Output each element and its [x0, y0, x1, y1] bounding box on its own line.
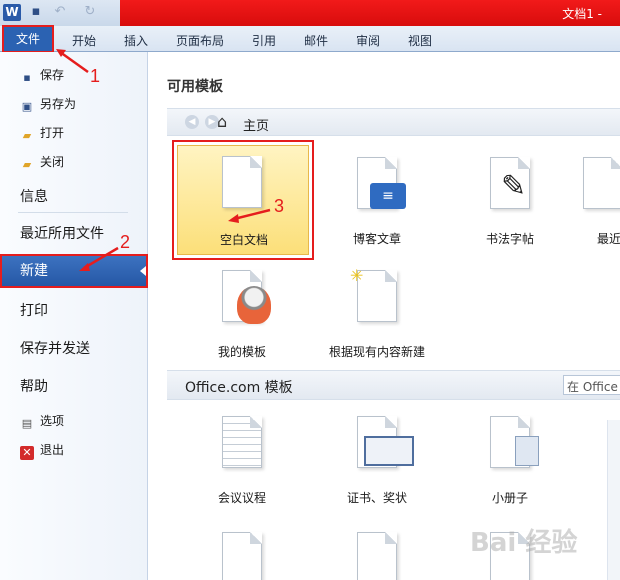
redo-icon[interactable]: ↻ — [82, 4, 98, 20]
document-icon — [583, 157, 620, 209]
available-templates-heading: 可用模板 — [167, 79, 223, 95]
template-label: 根据现有内容新建 — [328, 345, 425, 359]
template-label: 我的模板 — [217, 345, 266, 359]
title-bar: W ▪ ↶ ↻ 文档1 - — [0, 0, 620, 26]
template-blog-post[interactable]: ≡ 博客文章 — [312, 147, 442, 253]
template-calligraphy[interactable]: ✎ 书法字帖 — [445, 147, 575, 253]
blank-document-icon — [222, 156, 262, 208]
menu-close-label: 关闭 — [40, 155, 65, 169]
document-icon — [357, 532, 397, 580]
menu-save[interactable]: ▪ 保存 — [20, 66, 64, 85]
menu-new-label: 新建 — [20, 263, 48, 279]
tab-review[interactable]: 审阅 — [356, 32, 380, 49]
template-label: 书法字帖 — [485, 232, 534, 246]
folder-close-icon: ▰ — [22, 158, 32, 171]
home-icon[interactable]: ⌂ — [217, 113, 227, 131]
title-bar-highlight — [120, 0, 620, 26]
office-templates-heading: Office.com 模板 — [185, 380, 293, 396]
template-brochure[interactable]: 小册子 — [445, 406, 575, 512]
menu-recent[interactable]: 最近所用文件 — [20, 223, 104, 243]
file-tab[interactable]: 文件 — [2, 25, 54, 53]
exit-icon: ✕ — [20, 446, 34, 460]
template-label: 空白文档 — [219, 233, 268, 247]
template-new-from-existing[interactable]: ✳ 根据现有内容新建 — [312, 260, 442, 366]
speech-bubble-icon: ≡ — [370, 183, 406, 209]
menu-print[interactable]: 打印 — [20, 300, 48, 320]
menu-open[interactable]: ▰ 打开 — [20, 124, 64, 143]
options-icon: ▤ — [21, 417, 33, 430]
template-blank-document[interactable]: 空白文档 — [172, 140, 314, 260]
backstage-left-menu: ▪ 保存 ▣ 另存为 ▰ 打开 ▰ 关闭 信息 最近所用文件 新建 打印 保存并发送 帮… — [0, 52, 148, 580]
certificate-icon — [364, 436, 414, 466]
watermark: Bai 经验 — [470, 528, 578, 558]
tab-insert[interactable]: 插入 — [124, 32, 148, 49]
template-label: 小册子 — [491, 491, 528, 505]
backstage-main: 可用模板 ◀ ▶ ⌂ 主页 空白文档 ≡ 博客文章 ✎ 书法字帖 最近 我的模板… — [149, 52, 620, 580]
word-backstage-window: W ▪ ↶ ↻ 文档1 - 开始 插入 页面布局 引用 邮件 审阅 视图 文件 … — [0, 0, 620, 580]
tab-mailings[interactable]: 邮件 — [304, 32, 328, 49]
template-navbar: ◀ ▶ ⌂ 主页 — [167, 108, 620, 136]
template-label: 博客文章 — [352, 232, 401, 246]
word-app-icon[interactable]: W — [3, 4, 21, 21]
person-icon — [237, 286, 271, 324]
annotation-number-2: 2 — [120, 232, 131, 252]
tab-page-layout[interactable]: 页面布局 — [176, 32, 224, 49]
undo-icon[interactable]: ↶ — [52, 4, 68, 20]
ribbon-tabs: 开始 插入 页面布局 引用 邮件 审阅 视图 — [0, 26, 620, 52]
menu-save-as[interactable]: ▣ 另存为 — [20, 95, 76, 114]
save-icon[interactable]: ▪ — [28, 4, 44, 20]
annotation-number-1: 1 — [90, 66, 101, 86]
template-meeting-agenda[interactable]: 会议议程 — [177, 406, 307, 512]
back-icon[interactable]: ◀ — [185, 115, 199, 129]
menu-options[interactable]: ▤ 选项 — [20, 412, 64, 431]
template-certificate[interactable]: 证书、奖状 — [312, 406, 442, 512]
save-as-icon: ▣ — [21, 100, 33, 113]
office-search-input[interactable]: 在 Office — [563, 375, 620, 395]
template-more-2[interactable] — [312, 522, 442, 580]
selected-arrow-icon — [140, 266, 146, 276]
menu-exit[interactable]: ✕ 退出 — [20, 441, 64, 460]
breadcrumb-home[interactable]: 主页 — [243, 115, 269, 134]
document-icon — [222, 532, 262, 580]
save-icon: ▪ — [23, 71, 31, 84]
office-templates-header: Office.com 模板 在 Office — [167, 370, 620, 400]
folder-open-icon: ▰ — [22, 129, 32, 142]
template-my-templates[interactable]: 我的模板 — [177, 260, 307, 366]
menu-open-label: 打开 — [40, 126, 65, 140]
menu-save-send[interactable]: 保存并发送 — [20, 338, 90, 358]
menu-new[interactable]: 新建 — [0, 254, 148, 288]
menu-save-label: 保存 — [40, 68, 65, 82]
template-label: 会议议程 — [217, 491, 266, 505]
menu-separator — [18, 212, 128, 213]
sparkle-icon: ✳ — [350, 266, 364, 285]
template-label: 最近 — [597, 232, 620, 246]
template-more-1[interactable] — [177, 522, 307, 580]
annotation-number-3: 3 — [274, 196, 285, 216]
menu-close[interactable]: ▰ 关闭 — [20, 153, 64, 172]
vertical-scrollbar[interactable] — [607, 420, 620, 580]
brush-icon: ✎ — [501, 169, 527, 204]
tab-references[interactable]: 引用 — [252, 32, 276, 49]
agenda-document-icon — [222, 416, 262, 468]
template-label: 证书、奖状 — [346, 491, 407, 505]
tab-view[interactable]: 视图 — [408, 32, 432, 49]
menu-save-as-label: 另存为 — [40, 97, 77, 111]
menu-options-label: 选项 — [40, 414, 65, 428]
menu-exit-label: 退出 — [40, 443, 65, 457]
brochure-icon — [515, 436, 539, 466]
tab-home[interactable]: 开始 — [72, 32, 96, 49]
template-recent[interactable]: 最近 — [577, 147, 620, 253]
menu-info[interactable]: 信息 — [20, 186, 48, 206]
window-title: 文档1 - — [562, 7, 602, 21]
menu-help[interactable]: 帮助 — [20, 376, 48, 396]
